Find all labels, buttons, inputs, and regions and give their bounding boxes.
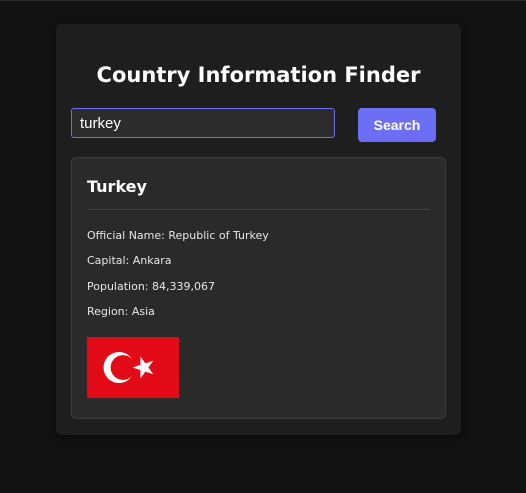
page-title: Country Information Finder [96,63,421,87]
divider [87,209,430,210]
official-name-value: Republic of Turkey [168,229,269,242]
region-value: Asia [131,305,155,318]
population-value: 84,339,067 [152,280,215,293]
search-button[interactable]: Search [358,108,436,142]
country-result-card: Turkey Official Name: Republic of Turkey… [71,157,446,419]
capital-value: Ankara [132,254,172,267]
official-name-row: Official Name: Republic of Turkey [87,228,269,244]
region-row: Region: Asia [87,304,155,320]
population-label: Population: [87,280,149,293]
capital-row: Capital: Ankara [87,253,171,269]
turkey-flag-icon [87,337,179,398]
region-label: Region: [87,305,129,318]
window-top-edge [0,0,526,1]
capital-label: Capital: [87,254,130,267]
official-name-label: Official Name: [87,229,165,242]
country-name: Turkey [87,177,147,196]
population-row: Population: 84,339,067 [87,279,215,295]
app-panel: Country Information Finder Search Turkey… [56,24,461,435]
search-input[interactable] [71,108,335,138]
